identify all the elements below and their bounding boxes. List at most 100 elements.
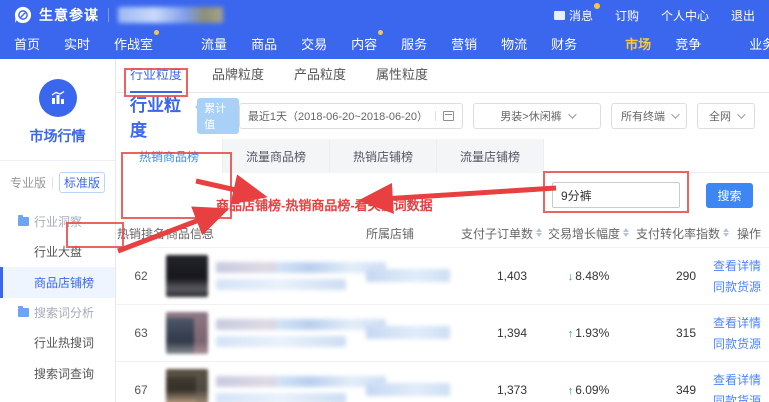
terminal-dropdown[interactable]: 所有终端 <box>611 103 687 129</box>
folder-icon <box>18 308 29 317</box>
table-row: 67 1,373 ↑6.09% 349 查看详情同款货源 <box>116 361 769 402</box>
tab-hot-shop-rank[interactable]: 热销店铺榜 <box>330 139 437 173</box>
paid-orders-value: 1,373 <box>461 361 541 402</box>
blurred-shop-name <box>118 7 223 23</box>
tab-attribute-granularity[interactable]: 属性粒度 <box>376 59 428 93</box>
sidebar: 市场行情 专业版 标准版 行业洞察 行业大盘 商品店铺榜 搜索词分析 行业热搜词 <box>0 59 116 402</box>
sidebar-item-hot-search-words[interactable]: 行业热搜词 <box>0 327 115 358</box>
product-title-blurred <box>216 376 386 402</box>
sort-icon[interactable] <box>623 228 629 237</box>
divider <box>52 177 53 189</box>
app-logo[interactable]: 生意参谋 <box>14 5 99 25</box>
product-thumbnail-blurred[interactable] <box>166 312 208 354</box>
nav-goods[interactable]: 商品 <box>251 34 277 53</box>
conversion-index-value: 349 <box>636 361 714 402</box>
trend-arrow-icon: ↓ <box>568 271 574 283</box>
app-title: 生意参谋 <box>39 5 99 25</box>
divider <box>108 8 109 22</box>
trend-arrow-icon: ↑ <box>568 328 574 340</box>
edition-standard-tab[interactable]: 标准版 <box>59 172 105 193</box>
tab-hot-goods-rank[interactable]: 热销商品榜 <box>116 139 223 173</box>
sidebar-item-industry-market[interactable]: 行业大盘 <box>0 236 115 267</box>
cumulative-value-badge: 累计值 <box>197 98 239 134</box>
col-shop: 所属店铺 <box>366 221 461 247</box>
calendar-icon <box>435 111 454 121</box>
keyword-search-input[interactable] <box>552 182 680 208</box>
divider <box>0 160 115 161</box>
sidebar-section-industry-insight[interactable]: 行业洞察 <box>0 207 115 236</box>
nav-realtime[interactable]: 实时 <box>64 34 90 53</box>
main-nav: 首页 实时 作战室 流量 商品 交易 内容 服务 营销 物流 财务 市场 竞争 … <box>0 30 769 59</box>
growth-value: ↑1.93% <box>541 304 636 361</box>
rank-value: 67 <box>116 361 166 402</box>
product-title-blurred <box>216 262 386 290</box>
same-source-link[interactable]: 同款货源 <box>713 335 761 352</box>
market-module-icon <box>39 79 77 117</box>
view-detail-link[interactable]: 查看详情 <box>713 314 761 331</box>
conversion-index-value: 290 <box>636 247 714 304</box>
tab-traffic-goods-rank[interactable]: 流量商品榜 <box>223 139 330 173</box>
messages-link[interactable]: 消息 <box>554 7 593 24</box>
tab-traffic-shop-rank[interactable]: 流量店铺榜 <box>437 139 544 173</box>
chevron-down-icon <box>568 110 576 118</box>
scope-dropdown[interactable]: 全网 <box>697 103 755 129</box>
sidebar-section-search-analysis[interactable]: 搜索词分析 <box>0 298 115 327</box>
product-thumbnail-blurred[interactable] <box>166 369 208 402</box>
shop-name-blurred <box>366 383 450 396</box>
conversion-index-value: 315 <box>636 304 714 361</box>
growth-value: ↑6.09% <box>541 361 636 402</box>
badge-dot <box>154 30 159 35</box>
date-range-picker[interactable]: 最近1天（2018-06-20~2018-06-20） <box>239 103 463 129</box>
nav-competition[interactable]: 竞争 <box>675 34 701 53</box>
nav-logistics[interactable]: 物流 <box>501 34 527 53</box>
nav-business-zone[interactable]: 业务专区 <box>749 34 769 53</box>
sidebar-item-shop-rank[interactable]: 商品店铺榜 <box>0 267 115 298</box>
hot-goods-table: 热销排名 商品信息 所属店铺 支付子订单数 交易增长幅度 支付转化率指数 操作 … <box>116 221 769 402</box>
category-dropdown[interactable]: 男装>休闲裤 <box>473 103 601 129</box>
same-source-link[interactable]: 同款货源 <box>713 278 761 295</box>
col-growth[interactable]: 交易增长幅度 <box>541 221 636 247</box>
growth-value: ↓8.48% <box>541 247 636 304</box>
tab-product-granularity[interactable]: 产品粒度 <box>294 59 346 93</box>
nav-content[interactable]: 内容 <box>351 34 377 53</box>
sort-icon[interactable] <box>536 228 542 237</box>
nav-trade[interactable]: 交易 <box>301 34 327 53</box>
sort-icon[interactable] <box>723 228 729 237</box>
chevron-down-icon <box>737 110 745 118</box>
personal-center-link[interactable]: 个人中心 <box>661 7 709 24</box>
paid-orders-value: 1,394 <box>461 304 541 361</box>
badge-dot <box>378 30 383 35</box>
rank-value: 63 <box>116 304 166 361</box>
tab-brand-granularity[interactable]: 品牌粒度 <box>212 59 264 93</box>
page-title: 行业粒度 <box>130 91 187 141</box>
logout-link[interactable]: 退出 <box>731 7 755 24</box>
message-icon <box>554 11 565 20</box>
nav-home[interactable]: 首页 <box>14 34 40 53</box>
tab-industry-granularity[interactable]: 行业粒度 <box>130 59 182 93</box>
nav-warroom[interactable]: 作战室 <box>114 34 153 53</box>
col-conversion-index[interactable]: 支付转化率指数 <box>636 221 714 247</box>
granularity-tabs: 行业粒度 品牌粒度 产品粒度 属性粒度 <box>116 59 769 93</box>
edition-pro-tab[interactable]: 专业版 <box>10 174 46 191</box>
nav-marketing[interactable]: 营销 <box>451 34 477 53</box>
main-content: 行业粒度 品牌粒度 产品粒度 属性粒度 行业粒度 累计值 最近1天（2018-0… <box>116 59 769 402</box>
nav-service[interactable]: 服务 <box>401 34 427 53</box>
col-paid-orders[interactable]: 支付子订单数 <box>461 221 541 247</box>
nav-market[interactable]: 市场 <box>625 34 651 53</box>
same-source-link[interactable]: 同款货源 <box>713 392 761 402</box>
nav-finance[interactable]: 财务 <box>551 34 577 53</box>
table-header-row: 热销排名 商品信息 所属店铺 支付子订单数 交易增长幅度 支付转化率指数 操作 <box>116 221 769 247</box>
shop-name-blurred <box>366 326 450 339</box>
subscribe-link[interactable]: 订购 <box>615 7 639 24</box>
shop-name-blurred <box>366 269 450 282</box>
red-annotation-text: 商品店铺榜-热销商品榜-看关键词数据 <box>216 197 441 215</box>
sidebar-title: 市场行情 <box>0 126 115 146</box>
top-bar: 生意参谋 消息 订购 个人中心 退出 <box>0 0 769 30</box>
nav-traffic[interactable]: 流量 <box>201 34 227 53</box>
view-detail-link[interactable]: 查看详情 <box>713 257 761 274</box>
product-thumbnail-blurred[interactable] <box>166 255 208 297</box>
view-detail-link[interactable]: 查看详情 <box>713 371 761 388</box>
rank-type-tabs: 热销商品榜 流量商品榜 热销店铺榜 流量店铺榜 <box>116 139 769 173</box>
search-button[interactable]: 搜索 <box>706 183 753 208</box>
sidebar-item-word-query[interactable]: 搜索词查询 <box>0 358 115 389</box>
